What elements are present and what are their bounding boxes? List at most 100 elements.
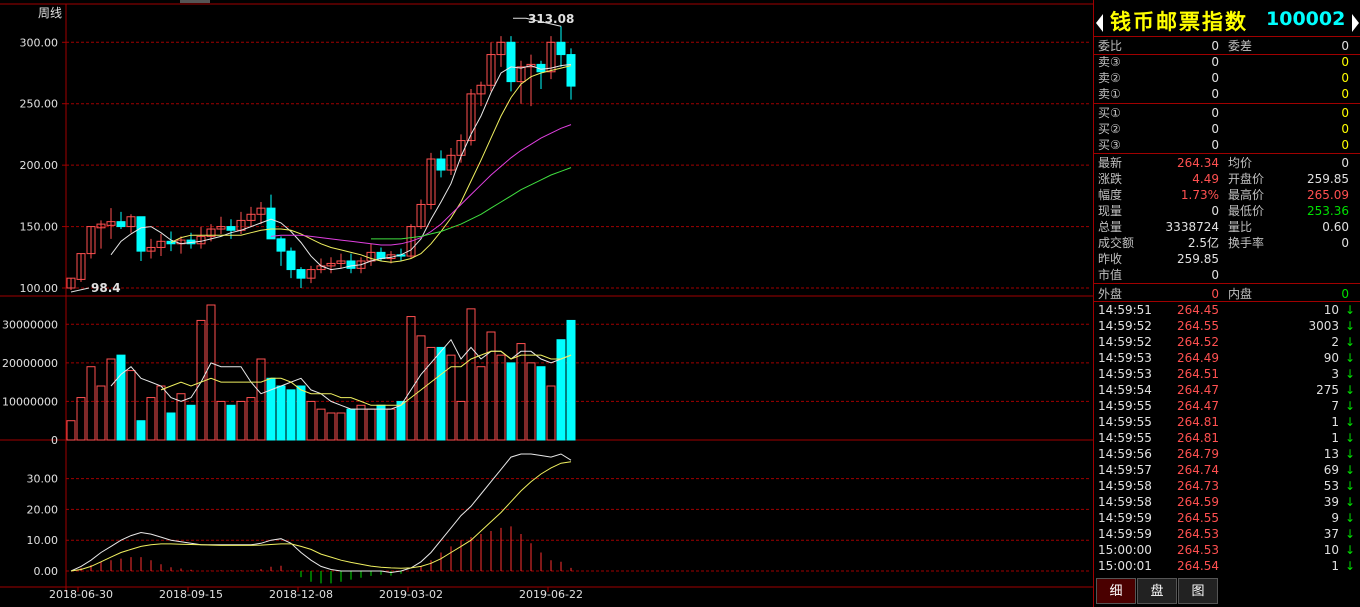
- candle: [66, 277, 76, 290]
- quote-row: 成交额 2.5亿 换手率 0: [1094, 235, 1360, 251]
- candle-body: [556, 41, 566, 56]
- tick-time: 15:00:00: [1098, 543, 1152, 557]
- volume-bar: [456, 400, 466, 441]
- candle: [536, 60, 546, 89]
- quote-value: 0: [1341, 71, 1349, 85]
- tab-book[interactable]: 盘: [1137, 578, 1177, 604]
- tab-chart[interactable]: 图: [1178, 578, 1218, 604]
- volume-bar: [116, 354, 126, 441]
- quote-label: 总量: [1098, 220, 1123, 234]
- tick-time: 14:59:55: [1098, 431, 1152, 445]
- volume-bar: [366, 408, 376, 441]
- tab-detail[interactable]: 细: [1096, 578, 1136, 604]
- tick-volume: 9: [1331, 511, 1339, 525]
- quote-label: 最低价: [1228, 204, 1265, 218]
- tick-price: 264.49: [1177, 351, 1219, 365]
- volume-bar: [236, 400, 246, 441]
- quote-label: 外盘: [1098, 287, 1123, 301]
- quote-label: 委比: [1098, 39, 1123, 53]
- candle: [546, 36, 556, 80]
- down-arrow-icon: ↓: [1344, 543, 1355, 557]
- tick-row: 14:59:52 264.52 2 ↓: [1094, 334, 1360, 350]
- tick-row: 14:59:58 264.73 53 ↓: [1094, 478, 1360, 494]
- price-tick-label: 200.00: [20, 159, 59, 172]
- volume-bar: [486, 331, 496, 441]
- volume-bar: [506, 362, 516, 441]
- price-ma-line: [371, 167, 572, 240]
- quote-label: 卖①: [1098, 87, 1121, 101]
- volume-bar: [186, 404, 196, 441]
- volume-bar: [546, 385, 556, 441]
- volume-tick-label: 10000000: [2, 395, 58, 408]
- candle: [306, 265, 316, 284]
- tick-time: 14:59:55: [1098, 415, 1152, 429]
- quote-label: 卖②: [1098, 71, 1121, 85]
- tick-volume: 2: [1331, 335, 1339, 349]
- macd-dif-line: [70, 453, 572, 574]
- candle: [426, 152, 436, 210]
- tick-volume: 10: [1323, 543, 1339, 557]
- candle: [486, 42, 496, 92]
- quote-value: 0: [1341, 138, 1349, 152]
- down-arrow-icon: ↓: [1344, 351, 1355, 365]
- tick-row: 15:00:00 264.53 10 ↓: [1094, 542, 1360, 558]
- volume-bar: [306, 400, 316, 441]
- panel-divider: [1094, 103, 1360, 104]
- candle-body: [376, 251, 386, 260]
- tick-time: 14:59:53: [1098, 351, 1152, 365]
- volume-bar: [556, 339, 566, 441]
- quote-row: 幅度 1.73% 最高价 265.09: [1094, 187, 1360, 203]
- prev-arrow-icon[interactable]: [1096, 14, 1103, 32]
- tick-price: 264.73: [1177, 479, 1219, 493]
- down-arrow-icon: ↓: [1344, 479, 1355, 493]
- tick-volume: 90: [1323, 351, 1339, 365]
- quote-value: 0: [1341, 55, 1349, 69]
- down-arrow-icon: ↓: [1344, 415, 1355, 429]
- quote-value: 0: [1211, 287, 1219, 301]
- volume-bar: [346, 408, 356, 441]
- kline-chart[interactable]: 周线 100.00 150.00 200.00 250.00 300.00 0 1000000…: [0, 0, 1093, 607]
- candle: [216, 216, 226, 234]
- volume-bar: [166, 412, 176, 441]
- volume-bar: [496, 354, 506, 441]
- quote-value: 0: [1341, 87, 1349, 101]
- candle: [416, 199, 426, 230]
- tick-price: 264.59: [1177, 495, 1219, 509]
- tick-row: 14:59:51 264.45 10 ↓: [1094, 302, 1360, 318]
- volume-bar: [396, 400, 406, 441]
- tick-volume: 13: [1323, 447, 1339, 461]
- candle: [336, 253, 346, 269]
- volume-bar: [356, 404, 366, 441]
- price-tick-label: 100.00: [20, 282, 59, 295]
- tick-price: 264.81: [1177, 415, 1219, 429]
- candle: [466, 88, 476, 146]
- candle-body: [286, 250, 296, 271]
- candle-body: [116, 221, 126, 228]
- tick-row: 14:59:56 264.79 13 ↓: [1094, 446, 1360, 462]
- macd-dea-line: [70, 461, 572, 572]
- quote-row: 卖② 0 0: [1094, 70, 1360, 86]
- quote-label: 买③: [1098, 138, 1121, 152]
- candle: [136, 216, 146, 261]
- tick-time: 14:59:52: [1098, 319, 1152, 333]
- volume-bar: [136, 420, 146, 441]
- next-arrow-icon[interactable]: [1352, 14, 1359, 32]
- quote-label: 涨跌: [1098, 172, 1123, 186]
- volume-bar: [216, 400, 226, 441]
- volume-bar: [516, 343, 526, 441]
- volume-bar: [536, 366, 546, 441]
- quote-value: 0: [1341, 122, 1349, 136]
- tick-time: 14:59:54: [1098, 383, 1152, 397]
- tick-row: 14:59:59 264.55 9 ↓: [1094, 510, 1360, 526]
- quote-label: 最新: [1098, 156, 1123, 170]
- min-label: 98.4: [91, 281, 121, 295]
- volume-bar: [256, 358, 266, 441]
- down-arrow-icon: ↓: [1344, 447, 1355, 461]
- down-arrow-icon: ↓: [1344, 463, 1355, 477]
- x-tick-label: 2019-06-22: [519, 588, 583, 601]
- quote-label: 均价: [1228, 156, 1253, 170]
- tick-time: 14:59:56: [1098, 447, 1152, 461]
- down-arrow-icon: ↓: [1344, 495, 1355, 509]
- macd-tick-label: 10.00: [27, 534, 59, 547]
- candle: [96, 220, 106, 249]
